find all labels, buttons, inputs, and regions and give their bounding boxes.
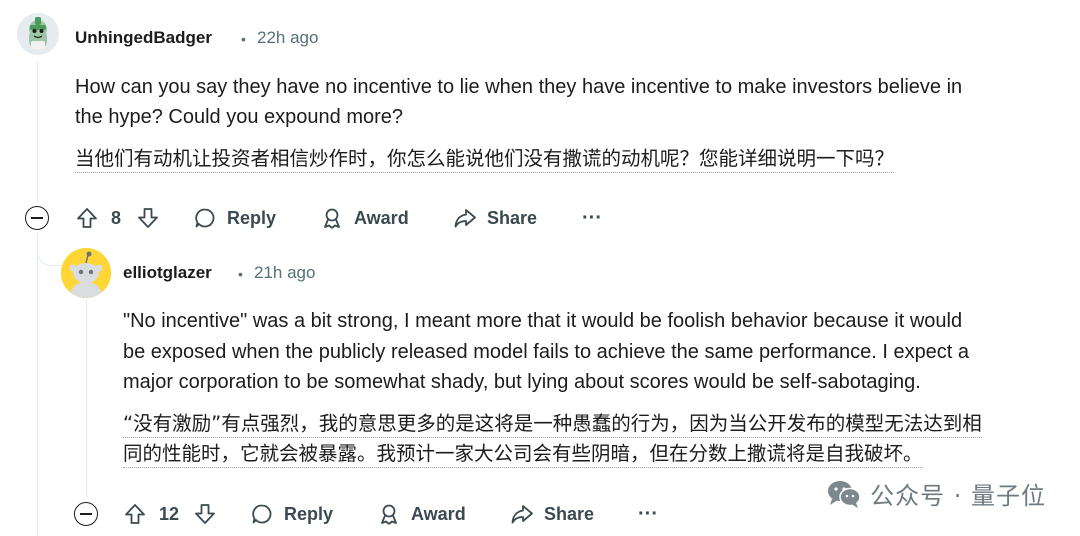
timestamp[interactable]: 21h ago xyxy=(254,263,315,283)
share-button[interactable]: Share xyxy=(510,498,594,530)
watermark: 公众号 · 量子位 xyxy=(826,476,1046,511)
downvote-button[interactable] xyxy=(136,202,160,234)
comment-translation: 同的性能时，它就会被暴露。我预计一家大公司会有些阴暗，但在分数上撒谎将是自我破坏… xyxy=(123,439,923,469)
more-options-button[interactable]: ··· xyxy=(638,498,658,530)
upvote-button[interactable] xyxy=(75,202,99,234)
username[interactable]: elliotglazer xyxy=(123,263,212,283)
award-icon xyxy=(324,208,340,229)
thread-line-reply xyxy=(86,300,87,498)
comment-body-line: the hype? Could you expound more? xyxy=(75,106,404,128)
downvote-icon xyxy=(138,208,158,228)
upvote-icon xyxy=(77,208,97,228)
award-button[interactable]: Award xyxy=(320,202,409,234)
more-options-button[interactable]: ··· xyxy=(582,202,602,234)
username[interactable]: UnhingedBadger xyxy=(75,28,212,48)
meta-separator: • xyxy=(241,31,246,47)
comment-bubble-icon xyxy=(195,208,215,228)
downvote-icon xyxy=(195,504,215,524)
avatar[interactable] xyxy=(17,13,59,55)
reply-label: Reply xyxy=(284,503,334,524)
thread-line-main xyxy=(37,62,38,202)
award-button[interactable]: Award xyxy=(377,498,466,530)
thread-line-main-lower xyxy=(37,233,38,536)
more-icon: ··· xyxy=(582,206,602,229)
comment-translation: 当他们有动机让投资者相信炒作时，你怎么能说他们没有撒谎的动机呢？您能详细说明一下… xyxy=(75,144,895,174)
award-icon xyxy=(381,504,397,525)
watermark-text: 公众号 · 量子位 xyxy=(870,482,1046,510)
comment-body-line: How can you say they have no incentive t… xyxy=(75,76,963,98)
reply-button[interactable]: Reply xyxy=(250,498,333,530)
upvote-icon xyxy=(125,504,145,524)
translation-line: 当他们有动机让投资者相信炒作时，你怎么能说他们没有撒谎的动机呢？您能详细说明一下… xyxy=(75,147,895,173)
thread-branch xyxy=(37,238,61,266)
comment-body-line: "No incentive" was a bit strong, I meant… xyxy=(123,310,963,332)
vote-count: 8 xyxy=(111,207,122,228)
downvote-button[interactable] xyxy=(193,498,217,530)
avatar[interactable] xyxy=(61,248,111,298)
wechat-icon xyxy=(828,480,861,508)
share-icon xyxy=(511,505,533,524)
award-label: Award xyxy=(411,503,466,524)
reply-button[interactable]: Reply xyxy=(193,202,276,234)
comment-actions: 8 Reply Award Share ··· xyxy=(0,202,1080,234)
reply-label: Reply xyxy=(227,207,277,228)
share-label: Share xyxy=(544,503,595,524)
more-icon: ··· xyxy=(638,502,658,525)
share-button[interactable]: Share xyxy=(453,202,537,234)
translation-line: “没有激励”有点强烈，我的意思更多的是这将是一种愚蠢的行为，因为当公开发布的模型… xyxy=(123,412,982,438)
translation-line: 同的性能时，它就会被暴露。我预计一家大公司会有些阴暗，但在分数上撒谎将是自我破坏… xyxy=(123,442,923,468)
comment-translation: “没有激励”有点强烈，我的意思更多的是这将是一种愚蠢的行为，因为当公开发布的模型… xyxy=(123,409,982,439)
vote-count: 12 xyxy=(159,503,180,524)
share-label: Share xyxy=(487,207,538,228)
comment-body-line: be exposed when the publicly released mo… xyxy=(123,341,970,363)
award-label: Award xyxy=(354,207,409,228)
timestamp[interactable]: 22h ago xyxy=(257,28,318,48)
comment-bubble-icon xyxy=(252,504,272,524)
comment-body-line: major corporation to be somewhat shady, … xyxy=(123,371,921,393)
share-icon xyxy=(454,209,476,228)
upvote-button[interactable] xyxy=(123,498,147,530)
meta-separator: • xyxy=(238,266,243,282)
